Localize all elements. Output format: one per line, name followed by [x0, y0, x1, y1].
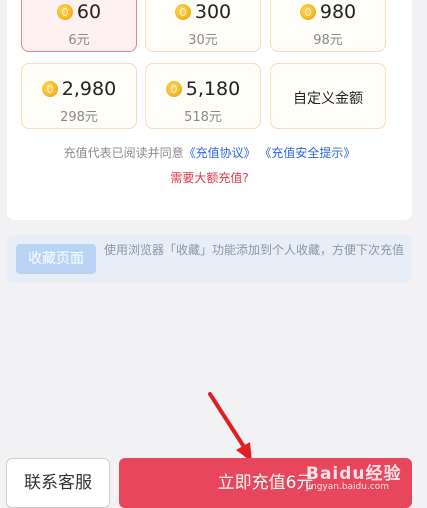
option-price: 6元 — [68, 33, 90, 48]
bookmark-page-button[interactable]: 收藏页面 — [16, 244, 96, 274]
contact-service-button[interactable]: 联系客服 — [6, 458, 110, 508]
coin-icon — [299, 4, 316, 20]
coin-icon — [56, 4, 73, 20]
option-coins: 60 — [76, 1, 102, 23]
custom-amount-label: 自定义金额 — [293, 91, 363, 107]
large-amount-link[interactable]: 需要大额充值? — [7, 169, 412, 186]
recharge-option-60[interactable]: 60 6元 — [21, 0, 137, 52]
watermark-url: jingyan.baidu.com — [306, 482, 390, 492]
custom-amount-option[interactable]: 自定义金额 — [270, 63, 386, 129]
agreement-prefix: 充值代表已阅读并同意 — [63, 146, 184, 160]
coin-icon — [41, 81, 58, 97]
agreement-text: 充值代表已阅读并同意《充值协议》 《充值安全提示》 — [7, 144, 412, 161]
option-coins: 2,980 — [61, 78, 117, 100]
coin-icon — [174, 4, 191, 20]
option-price: 518元 — [184, 110, 222, 125]
annotation-arrow-icon — [208, 392, 252, 462]
option-price: 298元 — [60, 110, 98, 125]
recharge-agreement-link[interactable]: 《充值协议》 — [184, 146, 256, 160]
bookmark-tip-text: 使用浏览器「收藏」功能添加到个人收藏，方便下次充值 — [104, 243, 405, 257]
option-coins: 980 — [319, 1, 357, 23]
recharge-option-300[interactable]: 300 30元 — [145, 0, 261, 52]
option-price: 30元 — [188, 33, 218, 48]
option-coins: 5,180 — [185, 78, 241, 100]
safety-tips-link[interactable]: 《充值安全提示》 — [259, 146, 355, 160]
option-coins: 300 — [194, 1, 232, 23]
recharge-option-5180[interactable]: 5,180 518元 — [145, 63, 261, 129]
recharge-card: 60 6元 300 30元 980 98元 2,980 298元 5,180 5… — [7, 0, 412, 220]
coin-icon — [165, 81, 182, 97]
option-price: 98元 — [313, 33, 343, 48]
watermark-title: Baidu经验 — [306, 464, 402, 484]
recharge-option-2980[interactable]: 2,980 298元 — [21, 63, 137, 129]
bookmark-tip-bar: 收藏页面 使用浏览器「收藏」功能添加到个人收藏，方便下次充值 — [7, 235, 412, 283]
baidu-jingyan-watermark: Baidu经验 jingyan.baidu.com — [306, 459, 402, 492]
recharge-option-980[interactable]: 980 98元 — [270, 0, 386, 52]
